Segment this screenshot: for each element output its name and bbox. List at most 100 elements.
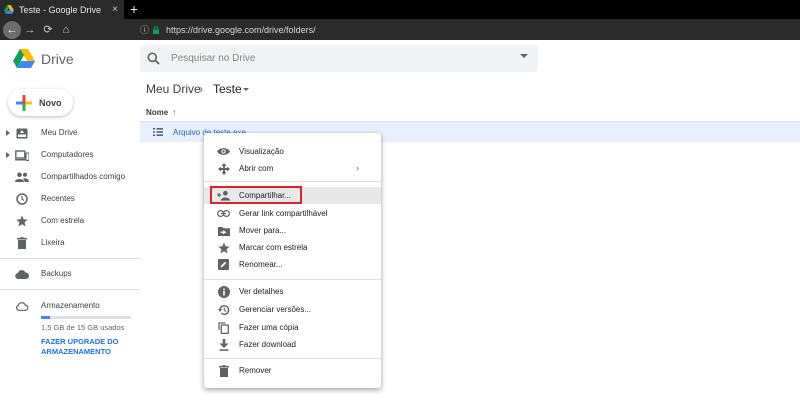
menu-separator bbox=[204, 358, 381, 359]
computer-icon bbox=[15, 148, 29, 162]
back-button[interactable]: ← bbox=[3, 20, 21, 39]
home-button[interactable]: ⌂ bbox=[57, 21, 75, 39]
menu-item-download[interactable]: Fazer download bbox=[204, 336, 381, 353]
browser-tab-bar: Teste - Google Drive × + bbox=[0, 0, 800, 19]
menu-item-label: Fazer download bbox=[239, 340, 296, 349]
app-name: Drive bbox=[41, 51, 74, 67]
menu-item-label: Visualização bbox=[239, 147, 284, 156]
sidebar-item-backups[interactable]: Backups bbox=[0, 265, 140, 283]
star-icon bbox=[217, 241, 230, 254]
search-icon[interactable] bbox=[147, 52, 167, 65]
sidebar-item-starred[interactable]: Com estrela bbox=[0, 212, 140, 230]
address-bar[interactable]: ⓘ https://drive.google.com/drive/folders… bbox=[140, 22, 800, 37]
info-icon bbox=[217, 285, 230, 298]
sidebar-item-recent[interactable]: Recentes bbox=[0, 190, 140, 208]
plus-icon bbox=[16, 94, 32, 111]
menu-item-make-copy[interactable]: Fazer uma cópia bbox=[204, 319, 381, 336]
sidebar-item-storage[interactable]: Armazenamento bbox=[0, 297, 140, 315]
menu-item-rename[interactable]: Renomear... bbox=[204, 256, 381, 273]
context-menu: Visualização Abrir com › Compartilhar...… bbox=[204, 133, 381, 388]
expand-arrow-icon[interactable] bbox=[6, 130, 10, 136]
chevron-down-icon[interactable] bbox=[243, 88, 249, 91]
search-bar[interactable] bbox=[140, 45, 538, 72]
sidebar-item-label: Com estrela bbox=[41, 216, 85, 225]
open-with-icon bbox=[217, 162, 230, 175]
browser-tab[interactable]: Teste - Google Drive × bbox=[0, 0, 124, 19]
menu-item-label: Renomear... bbox=[239, 260, 283, 269]
menu-item-add-star[interactable]: Marcar com estrela bbox=[204, 239, 381, 256]
new-tab-button[interactable]: + bbox=[127, 1, 141, 17]
new-button-label: Novo bbox=[39, 97, 62, 108]
column-header-name[interactable]: Nome bbox=[146, 108, 168, 117]
menu-item-label: Ver detalhes bbox=[239, 287, 284, 296]
breadcrumb-current[interactable]: Teste bbox=[213, 82, 242, 96]
sidebar-item-shared-with-me[interactable]: Compartilhados comigo bbox=[0, 168, 140, 186]
my-drive-icon bbox=[15, 126, 29, 140]
storage-usage-bar bbox=[41, 316, 131, 319]
share-highlight-outline bbox=[210, 186, 302, 204]
cloud-icon bbox=[15, 267, 29, 281]
menu-separator bbox=[204, 279, 381, 280]
menu-separator bbox=[204, 181, 381, 182]
url-text: https://drive.google.com/drive/folders/ bbox=[166, 24, 316, 35]
sidebar-item-label: Lixeira bbox=[41, 238, 65, 247]
menu-item-view-details[interactable]: Ver detalhes bbox=[204, 283, 381, 300]
sidebar-item-my-drive[interactable]: Meu Drive bbox=[0, 124, 140, 142]
sort-arrow-icon[interactable]: ↑ bbox=[172, 107, 177, 117]
site-info-icon[interactable]: ⓘ bbox=[140, 23, 152, 36]
upgrade-storage-link[interactable]: FAZER UPGRADE DO ARMAZENAMENTO bbox=[41, 337, 131, 357]
sidebar-item-computers[interactable]: Computadores bbox=[0, 146, 140, 164]
clock-icon bbox=[15, 192, 29, 206]
move-folder-icon bbox=[217, 224, 230, 237]
menu-item-get-link[interactable]: Gerar link compartilhável bbox=[204, 205, 381, 222]
menu-item-label: Mover para... bbox=[239, 226, 287, 235]
breadcrumb-separator: › bbox=[199, 82, 203, 96]
lock-icon bbox=[153, 25, 159, 34]
sidebar-item-label: Backups bbox=[41, 269, 72, 278]
menu-item-open-with[interactable]: Abrir com › bbox=[204, 160, 381, 177]
menu-item-manage-versions[interactable]: Gerenciar versões... bbox=[204, 301, 381, 318]
menu-item-label: Gerar link compartilhável bbox=[239, 209, 328, 218]
sidebar-item-label: Computadores bbox=[41, 150, 94, 159]
tab-title: Teste - Google Drive bbox=[19, 4, 102, 15]
menu-item-move-to[interactable]: Mover para... bbox=[204, 222, 381, 239]
breadcrumb-root[interactable]: Meu Drive bbox=[146, 82, 201, 96]
storage-usage-text: 1,5 GB de 15 GB usados bbox=[41, 323, 125, 332]
menu-item-remove[interactable]: Remover bbox=[204, 362, 381, 379]
menu-item-label: Marcar com estrela bbox=[239, 243, 308, 252]
refresh-button[interactable]: ⟳ bbox=[39, 21, 57, 39]
trash-icon bbox=[15, 236, 29, 250]
search-input[interactable] bbox=[171, 53, 501, 64]
sidebar-item-label: Meu Drive bbox=[41, 128, 78, 137]
sidebar-item-label: Armazenamento bbox=[41, 301, 100, 310]
menu-item-preview[interactable]: Visualização bbox=[204, 143, 381, 160]
link-icon bbox=[217, 207, 230, 220]
file-list-icon bbox=[153, 128, 163, 136]
sidebar-divider bbox=[0, 258, 140, 259]
expand-arrow-icon[interactable] bbox=[6, 152, 10, 158]
menu-item-label: Gerenciar versões... bbox=[239, 305, 312, 314]
download-icon bbox=[217, 338, 230, 351]
chevron-right-icon: › bbox=[356, 163, 359, 173]
forward-button[interactable]: → bbox=[21, 21, 39, 39]
menu-item-label: Abrir com bbox=[239, 164, 274, 173]
new-button[interactable]: Novo bbox=[8, 89, 73, 116]
history-icon bbox=[217, 303, 230, 316]
browser-toolbar: ← → ⟳ ⌂ ⓘ https://drive.google.com/drive… bbox=[0, 19, 800, 40]
copy-icon bbox=[217, 321, 230, 334]
tab-close-icon[interactable]: × bbox=[110, 4, 120, 15]
cloud-outline-icon bbox=[15, 299, 29, 313]
sidebar-item-label: Recentes bbox=[41, 194, 75, 203]
storage-usage-fill bbox=[41, 316, 50, 319]
search-options-icon[interactable] bbox=[520, 54, 528, 58]
sidebar-item-label: Compartilhados comigo bbox=[41, 172, 126, 181]
trash-icon bbox=[217, 364, 230, 377]
sidebar-item-trash[interactable]: Lixeira bbox=[0, 234, 140, 252]
shared-people-icon bbox=[15, 170, 29, 184]
drive-logo-icon bbox=[13, 49, 35, 68]
star-icon bbox=[15, 214, 29, 228]
eye-icon bbox=[217, 145, 230, 158]
rename-icon bbox=[217, 258, 230, 271]
menu-item-label: Remover bbox=[239, 366, 272, 375]
drive-favicon-icon bbox=[4, 5, 14, 14]
